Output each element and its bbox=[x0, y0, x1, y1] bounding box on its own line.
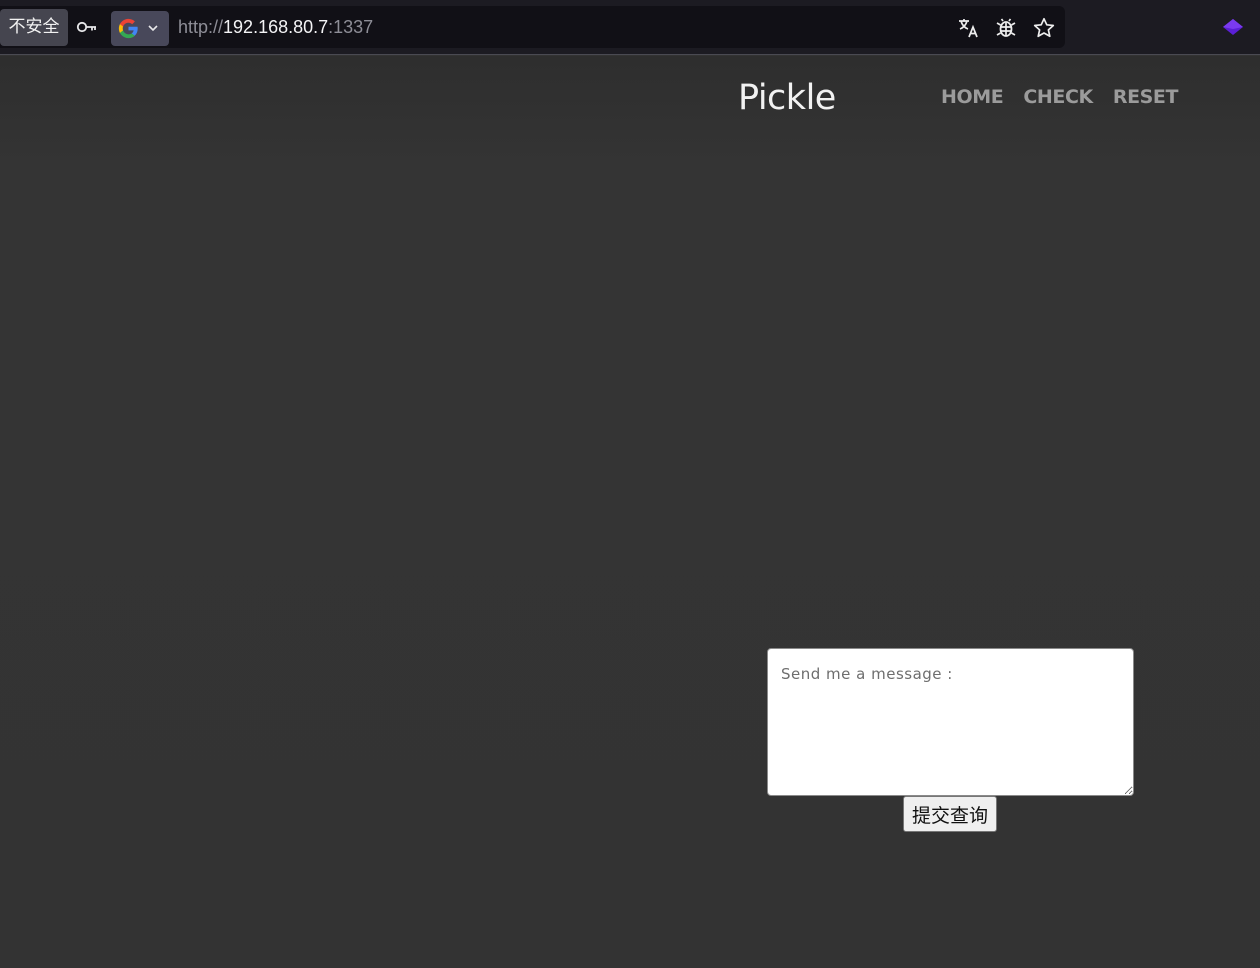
key-icon[interactable] bbox=[76, 17, 98, 37]
main-nav: HOME CHECK RESET bbox=[941, 86, 1178, 108]
page-content: Pickle HOME CHECK RESET 提交查询 bbox=[0, 56, 1260, 968]
url-scheme: http:// bbox=[178, 17, 224, 37]
submit-button[interactable]: 提交查询 bbox=[903, 796, 997, 832]
url-text[interactable]: http://192.168.80.7:1337 bbox=[178, 17, 373, 38]
google-icon bbox=[118, 18, 138, 39]
extension-icon[interactable] bbox=[1222, 17, 1244, 37]
browser-toolbar: 不安全 http://192.168.80.7:1337 bbox=[0, 0, 1260, 55]
chevron-down-icon bbox=[148, 25, 158, 32]
url-host: 192.168.80.7 bbox=[223, 17, 329, 37]
nav-reset-link[interactable]: RESET bbox=[1113, 86, 1179, 108]
nav-home-link[interactable]: HOME bbox=[941, 86, 1004, 108]
translate-icon[interactable] bbox=[956, 16, 980, 40]
security-badge[interactable]: 不安全 bbox=[0, 9, 68, 46]
search-engine-button[interactable] bbox=[111, 11, 169, 46]
url-port: :1337 bbox=[328, 17, 374, 37]
bug-icon[interactable] bbox=[994, 16, 1018, 40]
site-title: Pickle bbox=[738, 78, 836, 118]
message-textarea[interactable] bbox=[767, 648, 1134, 796]
nav-check-link[interactable]: CHECK bbox=[1023, 86, 1093, 108]
star-icon[interactable] bbox=[1032, 16, 1056, 40]
